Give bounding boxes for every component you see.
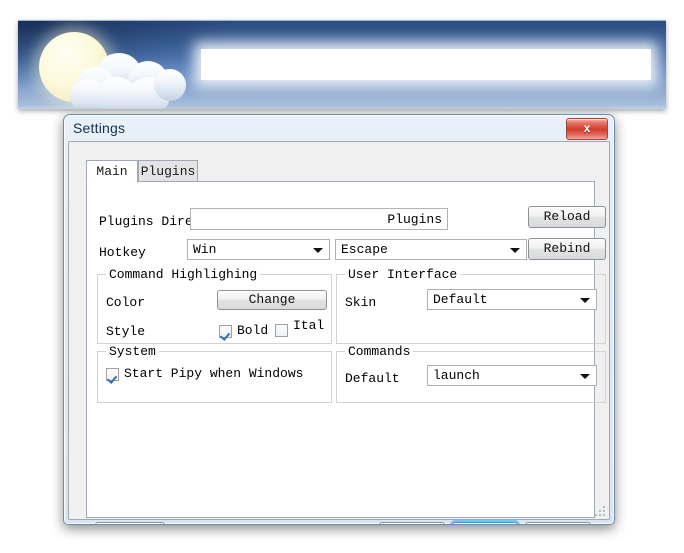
cancel-button[interactable]: Cancel (452, 522, 518, 525)
dialog-title: Settings (73, 120, 125, 136)
resize-grip[interactable] (595, 506, 605, 516)
default-command-value: launch (433, 366, 574, 386)
settings-dialog: Settings x Main Plugins Plugins Directo … (63, 114, 615, 525)
chevron-down-icon (580, 374, 590, 379)
cloud-icon (70, 53, 190, 109)
checkbox-box-icon (275, 324, 288, 337)
default-command-label: Default (345, 371, 400, 386)
hotkey-key-select[interactable]: Escape (335, 239, 527, 260)
checkmark-icon (106, 368, 119, 381)
checkmark-icon (219, 325, 232, 338)
tab-main[interactable]: Main (86, 160, 138, 183)
tab-plugins[interactable]: Plugins (138, 160, 198, 182)
skin-label: Skin (345, 295, 376, 310)
pipy-launcher-bar (18, 20, 666, 109)
user-interface-title: User Interface (345, 267, 460, 282)
change-color-button[interactable]: Change (217, 290, 327, 310)
chevron-down-icon (580, 298, 590, 303)
close-icon[interactable]: x (566, 118, 608, 140)
skin-value: Default (433, 290, 574, 310)
system-title: System (106, 344, 159, 359)
about-button[interactable]: About (95, 522, 165, 525)
reload-button[interactable]: Reload (528, 206, 606, 228)
hotkey-label: Hotkey (99, 245, 146, 260)
start-with-windows-label: Start Pipy when Windows (124, 366, 303, 381)
default-command-select[interactable]: launch (427, 365, 597, 386)
plugins-directory-input[interactable] (190, 208, 448, 230)
skin-select[interactable]: Default (427, 289, 597, 310)
apply-button[interactable]: Apply (525, 522, 591, 525)
tab-page-main: Plugins Directo Reload Hotkey Win Escape… (86, 181, 595, 518)
chevron-down-icon (313, 248, 323, 253)
dialog-client-area: Main Plugins Plugins Directo Reload Hotk… (68, 141, 610, 520)
hotkey-modifier-select[interactable]: Win (187, 239, 330, 260)
italic-checkbox-label: Ital (293, 318, 324, 333)
hotkey-key-value: Escape (341, 240, 504, 260)
rebind-button[interactable]: Rebind (528, 238, 606, 260)
command-highlighting-title: Command Highlighing (106, 267, 260, 282)
style-label: Style (106, 324, 145, 339)
commands-title: Commands (345, 344, 413, 359)
bold-checkbox-label: Bold (237, 323, 268, 338)
hotkey-modifier-value: Win (193, 240, 307, 260)
dialog-titlebar[interactable]: Settings x (64, 115, 614, 141)
launcher-command-input[interactable] (201, 49, 651, 80)
color-label: Color (106, 295, 145, 310)
ok-button[interactable]: OK (379, 522, 445, 525)
chevron-down-icon (510, 248, 520, 253)
